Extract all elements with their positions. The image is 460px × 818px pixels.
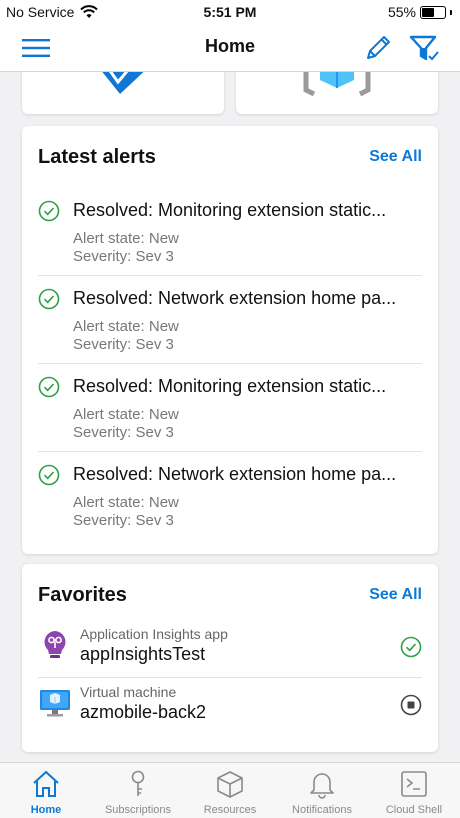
filter-icon[interactable]	[408, 32, 440, 64]
favorite-item[interactable]: Application Insights app appInsightsTest	[38, 620, 422, 678]
alert-severity: Severity: Sev 3	[73, 424, 174, 441]
alert-title: Resolved: Monitoring extension static...	[73, 376, 387, 396]
partial-tile-right[interactable]	[236, 72, 438, 114]
check-circle-icon	[38, 200, 60, 222]
favorites-see-all-link[interactable]: See All	[369, 586, 422, 604]
alert-state: Alert state: New	[73, 318, 179, 335]
alerts-card-title: Latest alerts	[38, 146, 156, 168]
favorite-item[interactable]: Virtual machine azmobile-back2	[38, 678, 422, 736]
tab-label: Subscriptions	[104, 804, 172, 816]
resource-group-icon	[303, 72, 371, 97]
lightbulb-icon	[44, 631, 66, 658]
tab-label: Home	[30, 804, 62, 816]
battery-fill	[422, 7, 434, 17]
tab-bar: Home Subscriptions Resources Notificatio…	[0, 762, 460, 818]
check-circle-icon	[38, 464, 60, 486]
home-icon	[33, 770, 59, 797]
tab-label: Notifications	[292, 804, 352, 816]
pencil-edit-icon[interactable]	[364, 32, 394, 62]
alert-severity: Severity: Sev 3	[73, 248, 174, 265]
tab-cloud-shell[interactable]: Cloud Shell	[368, 763, 460, 818]
alert-item[interactable]: Resolved: Network extension home pa... A…	[38, 276, 422, 364]
bell-icon	[310, 773, 334, 799]
tab-subscriptions[interactable]: Subscriptions	[92, 763, 184, 818]
check-circle-icon	[400, 636, 422, 658]
battery-icon	[420, 5, 446, 19]
check-circle-icon	[38, 376, 60, 398]
key-icon	[131, 770, 145, 796]
tab-home[interactable]: Home	[0, 763, 92, 818]
alert-item[interactable]: Resolved: Monitoring extension static...…	[38, 188, 422, 276]
virtual-machine-icon	[40, 690, 70, 717]
stopped-circle-icon	[400, 694, 422, 716]
alert-item[interactable]: Resolved: Monitoring extension static...…	[38, 364, 422, 452]
alert-title: Resolved: Network extension home pa...	[73, 288, 397, 308]
status-right: 55%	[388, 4, 452, 20]
check-circle-icon	[38, 288, 60, 310]
battery-percent: 55%	[387, 4, 416, 20]
cube-icon	[217, 771, 243, 798]
alert-item[interactable]: Resolved: Network extension home pa... A…	[38, 452, 422, 540]
alert-title: Resolved: Network extension home pa...	[73, 464, 397, 484]
favorite-name: azmobile-back2	[80, 702, 207, 722]
status-bar: No Service 5:51 PM 55%	[0, 0, 460, 24]
battery-nub	[450, 9, 452, 15]
alert-state: Alert state: New	[73, 494, 179, 511]
alert-title: Resolved: Monitoring extension static...	[73, 200, 387, 220]
monitor-heartbeat-icon	[102, 72, 144, 94]
terminal-icon	[401, 771, 427, 797]
nav-bar: Home	[0, 24, 460, 72]
tab-notifications[interactable]: Notifications	[276, 763, 368, 818]
alerts-see-all-link[interactable]: See All	[369, 148, 422, 166]
favorites-card-title: Favorites	[38, 584, 127, 606]
partial-tile-left[interactable]	[22, 72, 224, 114]
alert-severity: Severity: Sev 3	[73, 512, 174, 529]
favorite-name: appInsightsTest	[80, 644, 206, 664]
alert-severity: Severity: Sev 3	[73, 336, 174, 353]
favorite-type: Virtual machine	[80, 684, 177, 700]
alert-state: Alert state: New	[73, 230, 179, 247]
tab-label: Resources	[203, 804, 257, 816]
favorites-card: Favorites See All Application Insights a…	[22, 564, 438, 752]
favorite-type: Application Insights app	[80, 626, 228, 642]
home-scroll-view[interactable]: Latest alerts See All Resolved: Monitori…	[0, 72, 460, 762]
alert-state: Alert state: New	[73, 406, 179, 423]
tab-label: Cloud Shell	[385, 804, 443, 816]
latest-alerts-card: Latest alerts See All Resolved: Monitori…	[22, 126, 438, 554]
tab-resources[interactable]: Resources	[184, 763, 276, 818]
